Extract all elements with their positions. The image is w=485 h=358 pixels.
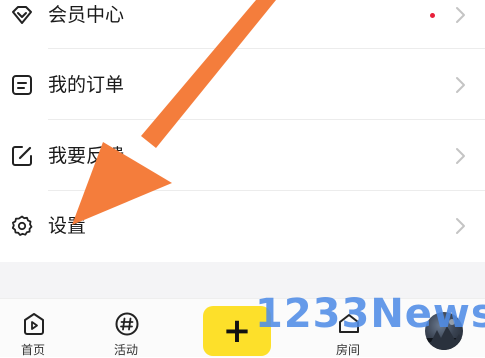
diamond-icon (12, 6, 32, 24)
menu-item-vip-center[interactable]: 会员中心 (0, 0, 485, 50)
tab-label: 活动 (113, 343, 138, 357)
menu-item-label: 我要反馈 (48, 145, 125, 167)
menu-item-feedback[interactable]: 我要反馈 (0, 120, 485, 190)
home-play-icon (24, 313, 44, 335)
chevron-right-icon (456, 148, 465, 164)
chevron-right-icon (456, 218, 465, 234)
menu-item-label: 我的订单 (48, 74, 125, 96)
order-list-icon (12, 75, 32, 95)
menu-item-label: 会员中心 (48, 4, 125, 26)
gear-icon (11, 215, 33, 236)
chevron-right-icon (456, 77, 465, 93)
settings-menu: 会员中心 我的订单 我要反馈 设置 (0, 0, 485, 262)
hashtag-icon (115, 312, 139, 336)
menu-item-label: 设置 (48, 215, 87, 237)
menu-item-my-orders[interactable]: 我的订单 (0, 49, 485, 119)
tab-label: 首页 (20, 343, 45, 357)
tab-label: 房间 (335, 343, 360, 357)
tab-home[interactable]: 首页 (3, 299, 63, 357)
notification-dot (430, 13, 435, 18)
watermark-text: 1233News (255, 291, 485, 337)
menu-item-settings[interactable]: 设置 (0, 191, 485, 261)
tab-activity[interactable]: 活动 (96, 299, 156, 357)
feedback-edit-icon (12, 146, 32, 166)
chevron-right-icon (456, 7, 465, 23)
